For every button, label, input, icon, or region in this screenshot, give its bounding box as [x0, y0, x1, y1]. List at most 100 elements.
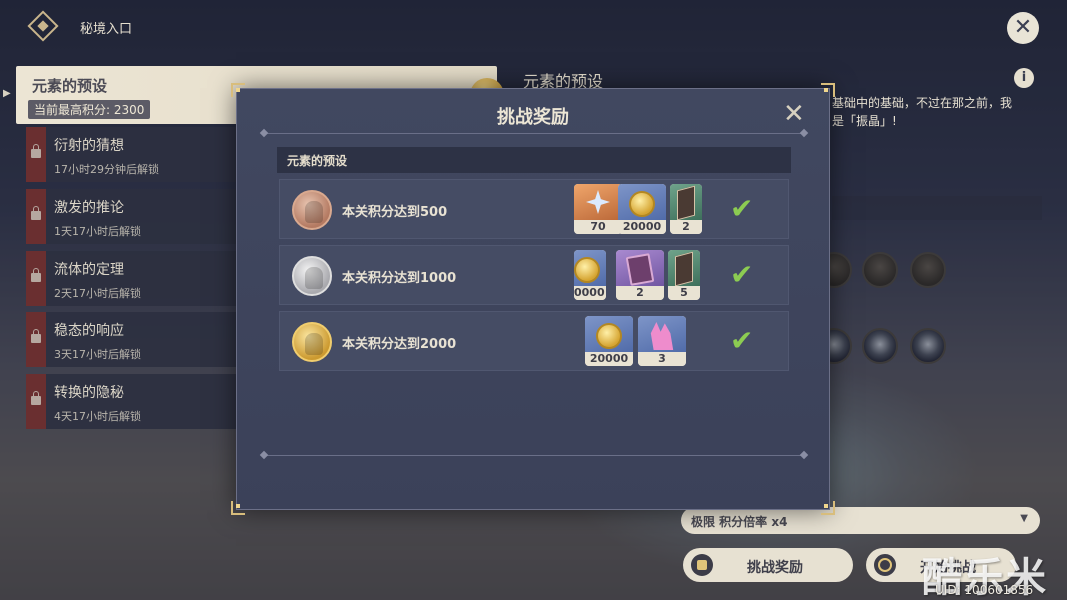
- stage-unlock-time: 17小时29分钟后解锁: [54, 163, 159, 176]
- detail-hint-bar: [832, 196, 1042, 220]
- item-glyph: [574, 257, 600, 283]
- item-art: [574, 184, 622, 222]
- reward-row: 本关积分达到2000 20000 3 ✔: [279, 311, 789, 371]
- lock-icon: [31, 144, 41, 158]
- item-glyph: [586, 190, 610, 214]
- detail-description-line: 基础中的基础，不过在那之前，我: [832, 96, 1013, 110]
- divider: [261, 133, 807, 134]
- item-quantity: 70: [574, 220, 622, 234]
- stage-unlock-time: 1天17小时后解锁: [54, 225, 141, 238]
- enemy-avatar[interactable]: [862, 252, 898, 288]
- item-quantity: 2: [616, 286, 664, 300]
- stage-unlock-time: 3天17小时后解锁: [54, 348, 141, 361]
- reward-row: 本关积分达到1000 0000 2 5 ✔: [279, 245, 789, 305]
- stage-item-locked[interactable]: 激发的推论 1天17小时后解锁: [26, 189, 236, 244]
- top-bar: 秘境入口 ✕: [0, 0, 1067, 54]
- stage-name: 稳态的响应: [54, 323, 124, 339]
- item-glyph: [650, 322, 674, 350]
- stage-name: 衍射的猜想: [54, 138, 124, 154]
- item-art: [618, 184, 666, 222]
- lock-icon: [31, 268, 41, 282]
- stage-item-locked[interactable]: 转换的隐秘 4天17小时后解锁: [26, 374, 236, 429]
- enemy-avatar[interactable]: [910, 252, 946, 288]
- item-quantity: 3: [638, 352, 686, 366]
- item-glyph: [629, 191, 655, 217]
- mora-icon[interactable]: 20000: [585, 316, 633, 366]
- lock-bar: [26, 312, 46, 367]
- corner-ornament: [821, 501, 835, 515]
- book-icon[interactable]: 2: [616, 250, 664, 300]
- reward-row: 本关积分达到500 70 20000 2 ✔: [279, 179, 789, 239]
- item-glyph: [625, 253, 655, 286]
- slab-icon[interactable]: 2: [670, 184, 702, 234]
- challenge-reward-button[interactable]: 挑战奖励: [683, 548, 853, 582]
- slab-icon[interactable]: 5: [668, 250, 700, 300]
- item-art: [668, 250, 700, 288]
- lock-bar: [26, 251, 46, 306]
- domain-diamond-icon: [27, 10, 59, 42]
- item-quantity: 5: [668, 286, 700, 300]
- uid-label: UID: 100601856: [935, 583, 1034, 597]
- item-art: [585, 316, 633, 354]
- close-icon[interactable]: ✕: [783, 99, 805, 129]
- challenge-reward-label: 挑战奖励: [747, 560, 803, 576]
- section-title: 元素的预设: [287, 154, 348, 168]
- item-art: [638, 316, 686, 354]
- claimed-check-icon: ✔: [730, 192, 754, 225]
- modal-title: 挑战奖励: [497, 107, 569, 128]
- silver-medal-icon: [292, 256, 332, 296]
- detail-description: 基础中的基础，不过在那之前，我 是「振晶」!: [832, 94, 1062, 130]
- reward-requirement: 本关积分达到1000: [342, 271, 457, 286]
- stage-item-locked[interactable]: 流体的定理 2天17小时后解锁: [26, 251, 236, 306]
- stage-item-locked[interactable]: 衍射的猜想 17小时29分钟后解锁: [26, 127, 236, 182]
- item-art: [574, 250, 606, 288]
- enemy-avatar[interactable]: [910, 328, 946, 364]
- item-quantity: 20000: [618, 220, 666, 234]
- item-glyph: [675, 251, 693, 287]
- stage-item-locked[interactable]: 稳态的响应 3天17小时后解锁: [26, 312, 236, 367]
- info-icon[interactable]: i: [1014, 68, 1034, 88]
- item-glyph: [596, 323, 622, 349]
- lock-icon: [31, 329, 41, 343]
- stage-name: 转换的隐秘: [54, 385, 124, 401]
- page-title: 秘境入口: [80, 22, 133, 37]
- corner-ornament: [231, 83, 245, 97]
- mora-icon[interactable]: 0000: [574, 250, 606, 300]
- stage-unlock-time: 4天17小时后解锁: [54, 410, 141, 423]
- crystal-icon[interactable]: 3: [638, 316, 686, 366]
- lock-bar: [26, 127, 46, 182]
- detail-description-line: 是「振晶」!: [832, 114, 897, 128]
- stage-unlock-time: 2天17小时后解锁: [54, 287, 141, 300]
- difficulty-select[interactable]: 极限 积分倍率 x4 ▼: [681, 507, 1040, 534]
- section-header: 元素的预设: [277, 147, 791, 173]
- corner-ornament: [821, 83, 835, 97]
- item-glyph: [677, 185, 695, 221]
- lock-icon: [31, 391, 41, 405]
- start-icon: [874, 554, 896, 576]
- mora-icon[interactable]: 20000: [618, 184, 666, 234]
- enemy-avatar[interactable]: [862, 328, 898, 364]
- item-art: [670, 184, 702, 222]
- reward-modal: 挑战奖励 ✕ 元素的预设 本关积分达到500 70 20000 2 ✔ 本关积分…: [231, 83, 835, 515]
- difficulty-label: 极限 积分倍率 x4: [691, 515, 788, 529]
- lock-icon: [31, 206, 41, 220]
- stage-name: 元素的预设: [32, 77, 108, 95]
- corner-ornament: [231, 501, 245, 515]
- item-art: [616, 250, 664, 288]
- close-icon[interactable]: ✕: [1007, 12, 1039, 44]
- bronze-medal-icon: [292, 190, 332, 230]
- stage-name: 流体的定理: [54, 262, 124, 278]
- stage-name: 激发的推论: [54, 200, 124, 216]
- lock-bar: [26, 189, 46, 244]
- chevron-down-icon: ▼: [1020, 513, 1028, 524]
- item-quantity: 20000: [585, 352, 633, 366]
- primogem-icon[interactable]: 70: [574, 184, 622, 234]
- lock-bar: [26, 374, 46, 429]
- divider: [261, 455, 807, 456]
- item-quantity: 2: [670, 220, 702, 234]
- reward-icon: [691, 554, 713, 576]
- reward-requirement: 本关积分达到2000: [342, 337, 457, 352]
- item-quantity: 0000: [574, 286, 606, 300]
- gold-medal-icon: [292, 322, 332, 362]
- claimed-check-icon: ✔: [730, 258, 754, 291]
